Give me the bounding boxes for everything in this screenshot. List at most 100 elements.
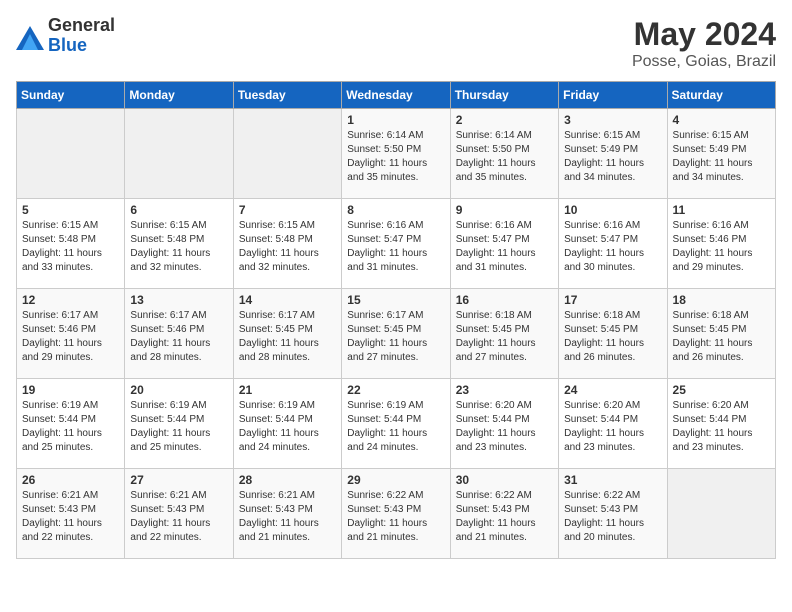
day-info: Sunrise: 6:17 AMSunset: 5:46 PMDaylight:… bbox=[130, 309, 227, 365]
day-info: Sunrise: 6:17 AMSunset: 5:45 PMDaylight:… bbox=[239, 309, 336, 365]
day-number: 28 bbox=[239, 473, 336, 487]
month-title: May 2024 bbox=[632, 16, 776, 53]
day-number: 2 bbox=[456, 113, 553, 127]
header-monday: Monday bbox=[125, 82, 233, 109]
day-number: 10 bbox=[564, 203, 661, 217]
logo-icon bbox=[16, 22, 44, 50]
day-info: Sunrise: 6:20 AMSunset: 5:44 PMDaylight:… bbox=[673, 399, 770, 455]
day-number: 24 bbox=[564, 383, 661, 397]
header-row: SundayMondayTuesdayWednesdayThursdayFrid… bbox=[17, 82, 776, 109]
header-wednesday: Wednesday bbox=[342, 82, 450, 109]
day-number: 4 bbox=[673, 113, 770, 127]
day-cell: 4Sunrise: 6:15 AMSunset: 5:49 PMDaylight… bbox=[667, 109, 775, 199]
day-cell: 28 Sunrise: 6:21 AMSunset: 5:43 PMDayligh… bbox=[233, 469, 341, 559]
header-thursday: Thursday bbox=[450, 82, 558, 109]
day-info: Sunrise: 6:15 AMSunset: 5:49 PMDaylight:… bbox=[564, 129, 661, 185]
day-number: 13 bbox=[130, 293, 227, 307]
day-cell: 19 Sunrise: 6:19 AMSunset: 5:44 PMDayligh… bbox=[17, 379, 125, 469]
title-block: May 2024 Posse, Goias, Brazil bbox=[632, 16, 776, 71]
day-number: 11 bbox=[673, 203, 770, 217]
day-number: 12 bbox=[22, 293, 119, 307]
logo: General Blue bbox=[16, 16, 115, 56]
day-cell: 16Sunrise: 6:18 AMSunset: 5:45 PMDayligh… bbox=[450, 289, 558, 379]
logo-text: General Blue bbox=[48, 16, 115, 56]
week-row-4: 26Sunrise: 6:21 AMSunset: 5:43 PMDayligh… bbox=[17, 469, 776, 559]
day-cell: 8Sunrise: 6:16 AMSunset: 5:47 PMDaylight… bbox=[342, 199, 450, 289]
day-number: 1 bbox=[347, 113, 444, 127]
day-info: Sunrise: 6:16 AMSunset: 5:47 PMDaylight:… bbox=[347, 219, 444, 275]
day-number: 14 bbox=[239, 293, 336, 307]
day-info: Sunrise: 6:19 AMSunset: 5:44 PMDaylight:… bbox=[239, 399, 336, 455]
day-info: Sunrise: 6:22 AMSunset: 5:43 PMDaylight:… bbox=[347, 489, 444, 545]
day-cell: 26Sunrise: 6:21 AMSunset: 5:43 PMDayligh… bbox=[17, 469, 125, 559]
day-number: 31 bbox=[564, 473, 661, 487]
day-number: 20 bbox=[130, 383, 227, 397]
day-cell: 6 Sunrise: 6:15 AMSunset: 5:48 PMDaylight… bbox=[125, 199, 233, 289]
day-cell: 3 Sunrise: 6:15 AMSunset: 5:49 PMDaylight… bbox=[559, 109, 667, 199]
day-number: 19 bbox=[22, 383, 119, 397]
day-info: Sunrise: 6:22 AMSunset: 5:43 PMDaylight:… bbox=[564, 489, 661, 545]
logo-general: General bbox=[48, 16, 115, 36]
calendar-table: SundayMondayTuesdayWednesdayThursdayFrid… bbox=[16, 81, 776, 559]
day-number: 17 bbox=[564, 293, 661, 307]
day-number: 22 bbox=[347, 383, 444, 397]
day-cell bbox=[667, 469, 775, 559]
day-cell: 20 Sunrise: 6:19 AMSunset: 5:44 PMDayligh… bbox=[125, 379, 233, 469]
day-cell: 12Sunrise: 6:17 AMSunset: 5:46 PMDayligh… bbox=[17, 289, 125, 379]
day-cell: 31 Sunrise: 6:22 AMSunset: 5:43 PMDayligh… bbox=[559, 469, 667, 559]
day-info: Sunrise: 6:16 AMSunset: 5:47 PMDaylight:… bbox=[564, 219, 661, 275]
logo-blue: Blue bbox=[48, 36, 115, 56]
day-info: Sunrise: 6:20 AMSunset: 5:44 PMDaylight:… bbox=[456, 399, 553, 455]
day-cell: 24 Sunrise: 6:20 AMSunset: 5:44 PMDayligh… bbox=[559, 379, 667, 469]
day-cell: 17 Sunrise: 6:18 AMSunset: 5:45 PMDayligh… bbox=[559, 289, 667, 379]
day-info: Sunrise: 6:21 AMSunset: 5:43 PMDaylight:… bbox=[130, 489, 227, 545]
day-info: Sunrise: 6:15 AMSunset: 5:48 PMDaylight:… bbox=[239, 219, 336, 275]
day-number: 30 bbox=[456, 473, 553, 487]
day-info: Sunrise: 6:15 AMSunset: 5:48 PMDaylight:… bbox=[130, 219, 227, 275]
day-info: Sunrise: 6:21 AMSunset: 5:43 PMDaylight:… bbox=[239, 489, 336, 545]
day-cell bbox=[17, 109, 125, 199]
day-number: 15 bbox=[347, 293, 444, 307]
day-number: 21 bbox=[239, 383, 336, 397]
week-row-0: 1 Sunrise: 6:14 AMSunset: 5:50 PMDaylight… bbox=[17, 109, 776, 199]
calendar-header: SundayMondayTuesdayWednesdayThursdayFrid… bbox=[17, 82, 776, 109]
header-tuesday: Tuesday bbox=[233, 82, 341, 109]
day-info: Sunrise: 6:17 AMSunset: 5:45 PMDaylight:… bbox=[347, 309, 444, 365]
day-info: Sunrise: 6:21 AMSunset: 5:43 PMDaylight:… bbox=[22, 489, 119, 545]
day-cell: 22 Sunrise: 6:19 AMSunset: 5:44 PMDayligh… bbox=[342, 379, 450, 469]
day-number: 5 bbox=[22, 203, 119, 217]
day-info: Sunrise: 6:14 AMSunset: 5:50 PMDaylight:… bbox=[456, 129, 553, 185]
week-row-3: 19 Sunrise: 6:19 AMSunset: 5:44 PMDayligh… bbox=[17, 379, 776, 469]
day-cell: 15 Sunrise: 6:17 AMSunset: 5:45 PMDayligh… bbox=[342, 289, 450, 379]
day-info: Sunrise: 6:15 AMSunset: 5:48 PMDaylight:… bbox=[22, 219, 119, 275]
day-info: Sunrise: 6:14 AMSunset: 5:50 PMDaylight:… bbox=[347, 129, 444, 185]
day-info: Sunrise: 6:22 AMSunset: 5:43 PMDaylight:… bbox=[456, 489, 553, 545]
day-info: Sunrise: 6:18 AMSunset: 5:45 PMDaylight:… bbox=[673, 309, 770, 365]
day-number: 18 bbox=[673, 293, 770, 307]
day-cell: 9Sunrise: 6:16 AMSunset: 5:47 PMDaylight… bbox=[450, 199, 558, 289]
day-cell: 14 Sunrise: 6:17 AMSunset: 5:45 PMDayligh… bbox=[233, 289, 341, 379]
day-number: 29 bbox=[347, 473, 444, 487]
day-info: Sunrise: 6:16 AMSunset: 5:47 PMDaylight:… bbox=[456, 219, 553, 275]
day-info: Sunrise: 6:20 AMSunset: 5:44 PMDaylight:… bbox=[564, 399, 661, 455]
day-cell: 27Sunrise: 6:21 AMSunset: 5:43 PMDayligh… bbox=[125, 469, 233, 559]
day-cell: 10 Sunrise: 6:16 AMSunset: 5:47 PMDayligh… bbox=[559, 199, 667, 289]
week-row-1: 5 Sunrise: 6:15 AMSunset: 5:48 PMDaylight… bbox=[17, 199, 776, 289]
day-number: 25 bbox=[673, 383, 770, 397]
day-number: 3 bbox=[564, 113, 661, 127]
day-cell: 25 Sunrise: 6:20 AMSunset: 5:44 PMDayligh… bbox=[667, 379, 775, 469]
day-info: Sunrise: 6:19 AMSunset: 5:44 PMDaylight:… bbox=[130, 399, 227, 455]
day-info: Sunrise: 6:19 AMSunset: 5:44 PMDaylight:… bbox=[22, 399, 119, 455]
day-info: Sunrise: 6:19 AMSunset: 5:44 PMDaylight:… bbox=[347, 399, 444, 455]
day-cell: 1 Sunrise: 6:14 AMSunset: 5:50 PMDaylight… bbox=[342, 109, 450, 199]
day-info: Sunrise: 6:18 AMSunset: 5:45 PMDaylight:… bbox=[564, 309, 661, 365]
day-cell: 2 Sunrise: 6:14 AMSunset: 5:50 PMDaylight… bbox=[450, 109, 558, 199]
day-cell bbox=[125, 109, 233, 199]
day-cell: 5 Sunrise: 6:15 AMSunset: 5:48 PMDaylight… bbox=[17, 199, 125, 289]
day-cell: 13 Sunrise: 6:17 AMSunset: 5:46 PMDayligh… bbox=[125, 289, 233, 379]
day-cell bbox=[233, 109, 341, 199]
day-cell: 21 Sunrise: 6:19 AMSunset: 5:44 PMDayligh… bbox=[233, 379, 341, 469]
week-row-2: 12 Sunrise: 6:17 AMSunset: 5:46 PMDayligh… bbox=[17, 289, 776, 379]
day-number: 6 bbox=[130, 203, 227, 217]
location: Posse, Goias, Brazil bbox=[632, 53, 776, 71]
